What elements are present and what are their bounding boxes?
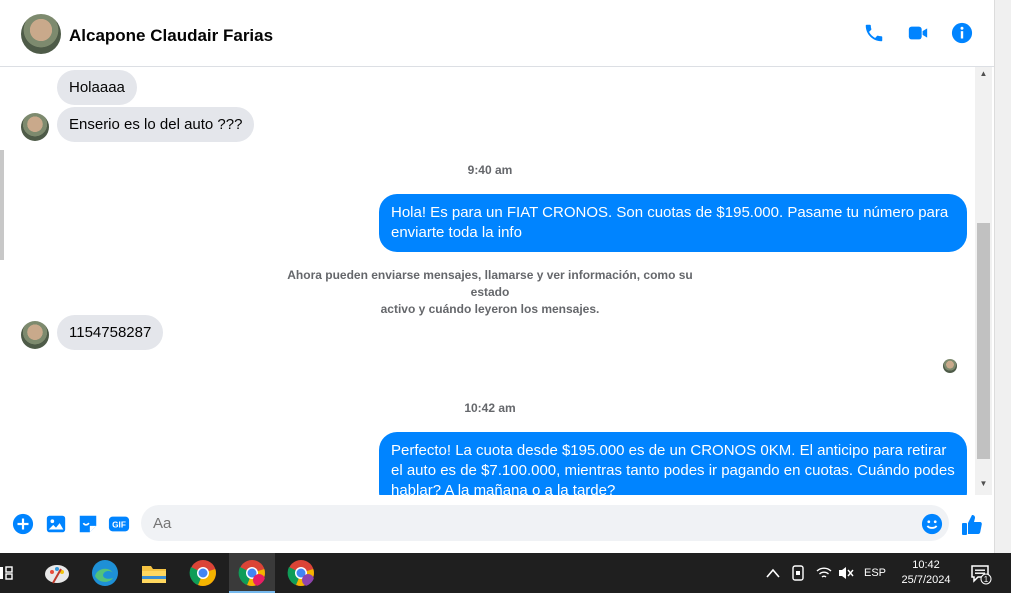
connection-notice: Ahora pueden enviarse mensajes, llamarse… [275,267,705,318]
message-incoming[interactable]: Holaaaa [57,70,137,105]
clock[interactable]: 10:42 25/7/2024 [892,558,960,588]
sticker-icon[interactable] [77,513,99,535]
notification-center-icon[interactable]: 1 [970,563,992,585]
meet-now-icon[interactable] [791,565,805,581]
gif-label: GIF [112,521,126,530]
read-receipt-avatar [943,359,957,373]
chrome-browser-icon[interactable] [189,559,217,587]
phone-icon[interactable] [863,22,885,44]
clock-date: 25/7/2024 [901,574,951,586]
contact-name[interactable]: Alcapone Claudair Farias [69,26,273,46]
edge-browser-icon[interactable] [91,559,119,587]
message-outgoing[interactable]: Hola! Es para un FIAT CRONOS. Son cuotas… [379,194,967,252]
window-left-edge [0,150,4,260]
message-incoming[interactable]: 1154758287 [57,315,164,350]
message-outgoing[interactable]: Perfecto! La cuota desde $195.000 es de … [379,432,967,495]
volume-muted-icon[interactable] [838,565,854,581]
emoji-icon[interactable] [921,513,943,535]
input-language[interactable]: ESP [862,567,888,579]
message-list: Holaaaa Enserio es lo del auto ??? 9:40 … [5,67,975,495]
notice-line: activo y cuándo leyeron los mensajes. [380,302,600,316]
chat-scrollbar[interactable]: ▲ ▼ [975,67,992,495]
contact-avatar[interactable] [21,14,61,54]
info-icon[interactable] [951,22,973,44]
image-icon[interactable] [45,513,67,535]
thumbs-up-icon[interactable] [960,513,984,537]
contact-avatar-small[interactable] [21,321,49,349]
notice-line: Ahora pueden enviarse mensajes, llamarse… [287,268,693,299]
file-explorer-icon[interactable] [140,559,168,587]
scroll-thumb[interactable] [977,223,990,459]
window-right-edge [994,0,1011,553]
chevron-up-icon[interactable] [766,567,780,579]
task-view-icon[interactable] [0,565,14,581]
wifi-icon[interactable] [816,565,832,581]
scroll-down-arrow-icon[interactable]: ▼ [975,477,992,491]
windows-taskbar: ESP 10:42 25/7/2024 1 [0,553,1011,593]
message-timestamp: 9:40 am [467,163,513,177]
chrome-profile-icon[interactable] [287,559,315,587]
chat-header: Alcapone Claudair Farias [0,0,994,67]
message-incoming[interactable]: Enserio es lo del auto ??? [57,107,255,142]
scroll-up-arrow-icon[interactable]: ▲ [975,67,992,81]
paint-app-icon[interactable] [43,559,71,587]
notification-count: 1 [984,575,989,584]
chrome-profile-icon[interactable] [238,559,266,587]
clock-time: 10:42 [912,559,940,571]
message-composer: GIF [0,496,994,553]
message-timestamp: 10:42 am [464,401,516,415]
gif-icon[interactable]: GIF [108,513,130,535]
contact-avatar-small[interactable] [21,113,49,141]
video-camera-icon[interactable] [907,22,929,44]
plus-icon[interactable] [12,513,34,535]
message-input[interactable] [141,505,949,541]
